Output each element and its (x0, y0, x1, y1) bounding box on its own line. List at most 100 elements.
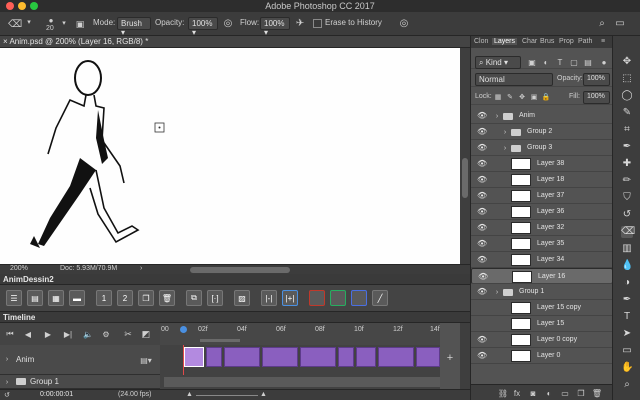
zoom-in-icon[interactable]: ▲ (260, 391, 267, 398)
lock-transparent-icon[interactable]: ▦ (493, 92, 503, 102)
timeline-frame[interactable] (416, 347, 440, 367)
brush-panel-icon[interactable]: ▣ (74, 18, 86, 30)
add-mask-icon[interactable]: ◙ (527, 387, 539, 399)
kind-filter-select[interactable]: ⌕ Kind ▾ (475, 56, 521, 69)
play-icon[interactable]: ▶ (42, 328, 54, 340)
timeline-vertical-scrollbar[interactable] (460, 323, 470, 389)
first-frame-icon[interactable]: ⏮ (4, 328, 16, 340)
visibility-eye-icon[interactable]: 👁 (477, 160, 487, 168)
gradient-tool-icon[interactable]: ▥ (621, 243, 633, 255)
timeline-frame[interactable] (338, 347, 354, 367)
playhead-handle[interactable] (180, 326, 187, 333)
tab-brushes[interactable]: Brus (540, 38, 554, 45)
tab-properties[interactable]: Prop (559, 38, 574, 45)
mode-select[interactable]: Brush ▾ (117, 17, 151, 37)
audio-icon[interactable]: 🔈 (82, 328, 94, 340)
layer-row[interactable]: 👁 › Group 2 (471, 124, 613, 140)
opacity-field[interactable]: 100% ▾ (188, 17, 218, 37)
document-canvas[interactable] (0, 48, 460, 264)
visibility-eye-icon[interactable]: 👁 (477, 176, 487, 184)
tab-character[interactable]: Char (522, 38, 537, 45)
render-button[interactable]: ▦ (48, 290, 64, 306)
clear-label-button[interactable]: ╱ (372, 290, 388, 306)
layer-row[interactable]: 👁 Layer 16 (471, 268, 613, 284)
layer-row[interactable]: 👁 › Group 1 (471, 284, 613, 300)
previous-frame-icon[interactable]: ◀ (22, 328, 34, 340)
film-strip-icon[interactable]: ▤▾ (140, 354, 152, 366)
pressure-size-icon[interactable]: ◎ (398, 17, 410, 29)
layer-row[interactable]: 👁 Layer 38 (471, 156, 613, 172)
shrink-frame-button[interactable]: |-| (261, 290, 277, 306)
marquee-tool-icon[interactable]: ⬚ (621, 73, 633, 85)
red-label-button[interactable] (309, 290, 325, 306)
timeline-track-anim[interactable] (160, 345, 440, 375)
clone-stamp-tool-icon[interactable]: ⛉ (621, 192, 633, 204)
insert-frame-button[interactable]: [·] (207, 290, 223, 306)
transition-icon[interactable]: ◩ (140, 328, 152, 340)
green-label-button[interactable] (330, 290, 346, 306)
pixel-filter-icon[interactable]: ▣ (527, 57, 537, 67)
zoom-tool-icon[interactable]: ⌕ (621, 379, 633, 391)
extend-frame-button[interactable]: |+| (282, 290, 298, 306)
split-scissors-icon[interactable]: ✂ (122, 328, 134, 340)
visibility-eye-icon[interactable]: 👁 (477, 256, 487, 264)
type-filter-icon[interactable]: T (555, 57, 565, 67)
group-expand-chevron-icon[interactable]: › (501, 144, 509, 152)
pen-tool-icon[interactable]: ✒ (621, 294, 633, 306)
visibility-eye-icon[interactable]: 👁 (477, 336, 487, 344)
dodge-tool-icon[interactable]: ◑ (621, 277, 633, 289)
tool-preset-chevron-icon[interactable]: ▾ (25, 18, 33, 26)
zoom-level[interactable]: 200% (10, 265, 28, 272)
eraser-tool-icon[interactable]: ⌫ (8, 17, 22, 31)
timeline-zoom-slider[interactable] (196, 395, 258, 396)
brush-picker-chevron-icon[interactable]: ▾ (60, 19, 68, 27)
expand-chevron-icon[interactable]: › (3, 355, 11, 363)
brush-preview-icon[interactable]: ● (46, 15, 56, 25)
workspace-icon[interactable]: ▭ (614, 17, 626, 29)
crop-tool-icon[interactable]: ⌗ (621, 124, 633, 136)
adjustment-layer-icon[interactable]: ◐ (543, 387, 555, 399)
layer-row[interactable]: 👁 Layer 18 (471, 172, 613, 188)
lock-position-icon[interactable]: ✥ (517, 92, 527, 102)
canvas-vertical-scrollbar[interactable] (460, 48, 470, 264)
blur-tool-icon[interactable]: 💧 (621, 260, 633, 272)
new-group-icon[interactable]: ▭ (559, 387, 571, 399)
shape-filter-icon[interactable]: ▢ (569, 57, 579, 67)
canvas-horizontal-scrollbar[interactable] (190, 267, 290, 273)
hand-tool-icon[interactable]: ✋ (621, 362, 633, 374)
timeline-frame[interactable] (262, 347, 298, 367)
save-button[interactable]: ▬ (69, 290, 85, 306)
zoom-out-icon[interactable]: ▲ (186, 391, 193, 398)
timeline-row-group1[interactable]: › Group 1 (0, 375, 160, 389)
layer-opacity-field[interactable]: 100% (583, 73, 610, 86)
type-tool-icon[interactable]: T (621, 311, 633, 323)
group-track-bar[interactable] (164, 377, 440, 387)
visibility-eye-icon[interactable]: 👁 (477, 224, 487, 232)
visibility-eye-icon[interactable]: 👁 (477, 240, 487, 248)
fill-field[interactable]: 100% (583, 91, 610, 104)
erase-to-history-checkbox[interactable] (313, 19, 322, 28)
group-expand-chevron-icon[interactable]: › (501, 128, 509, 136)
visibility-eye-icon[interactable]: 👁 (477, 208, 487, 216)
adjustment-filter-icon[interactable]: ◐ (541, 57, 551, 67)
work-area-bar[interactable] (200, 339, 240, 342)
visibility-eye-icon[interactable] (477, 320, 485, 328)
filter-toggle-icon[interactable]: ● (599, 57, 609, 67)
lasso-tool-icon[interactable]: ◯ (621, 90, 633, 102)
visibility-eye-icon[interactable]: 👁 (477, 144, 487, 152)
timeline-frame[interactable] (300, 347, 336, 367)
frames-button[interactable]: ▤ (27, 290, 43, 306)
visibility-eye-icon[interactable]: 👁 (477, 352, 487, 360)
delete-layer-icon[interactable]: 🗑 (591, 387, 603, 399)
onion-skin-button[interactable]: ⧉ (186, 290, 202, 306)
layer-row[interactable]: 👁 Layer 32 (471, 220, 613, 236)
layer-row[interactable]: Layer 15 (471, 316, 613, 332)
timeline-frame[interactable] (224, 347, 260, 367)
visibility-eye-icon[interactable]: 👁 (477, 288, 487, 296)
timeline-frame[interactable] (206, 347, 222, 367)
add-track-plus-icon[interactable]: + (444, 352, 456, 364)
search-icon[interactable]: ⌕ (596, 17, 608, 29)
new-layer-icon[interactable]: ❐ (575, 387, 587, 399)
tab-paths[interactable]: Path (578, 38, 592, 45)
pressure-opacity-icon[interactable]: ◎ (222, 17, 234, 29)
